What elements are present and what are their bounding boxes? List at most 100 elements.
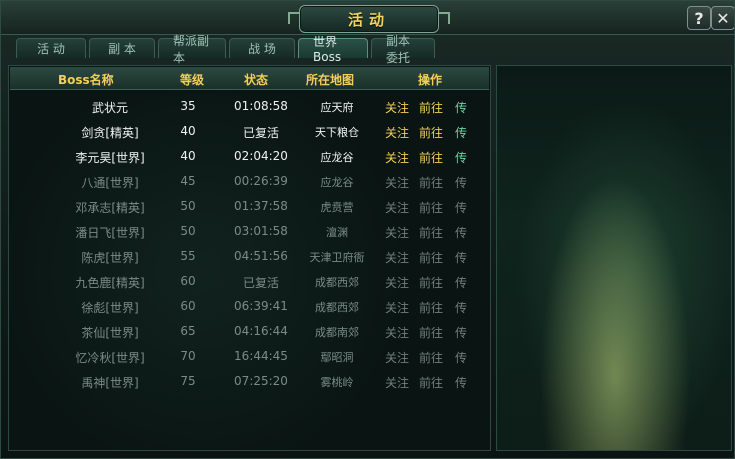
boss-map: 应天府: [320, 101, 354, 114]
go-button[interactable]: 前往: [417, 324, 445, 341]
go-button[interactable]: 前往: [417, 249, 445, 266]
boss-level: 35: [180, 99, 196, 113]
boss-name: 剑贪[精英]: [81, 126, 139, 140]
boss-name: 禹神[世界]: [81, 376, 139, 390]
boss-level: 50: [180, 199, 196, 213]
tab-world-boss[interactable]: 世界Boss: [298, 35, 368, 64]
go-button[interactable]: 前往: [417, 349, 445, 366]
boss-name: 邓承志[精英]: [75, 201, 145, 215]
boss-status: 07:25:20: [234, 374, 288, 388]
teleport-button[interactable]: 传: [454, 249, 468, 266]
go-button[interactable]: 前往: [417, 174, 445, 191]
boss-name: 陈虎[世界]: [81, 251, 139, 265]
go-button[interactable]: 前往: [417, 274, 445, 291]
boss-level: 40: [180, 124, 196, 138]
follow-button[interactable]: 关注: [383, 174, 411, 191]
boss-level: 75: [180, 374, 196, 388]
go-button[interactable]: 前往: [417, 374, 445, 391]
tab-label: 帮派副本: [173, 33, 210, 65]
boss-status: 00:26:39: [234, 174, 288, 188]
table-row: 徐彪[世界] 60 06:39:41 成都西郊 关注 前往 传: [10, 294, 489, 319]
activity-window: 活动 ? ✕ 活 动 副 本 帮派副本 战 场 世界Boss 副本委托 Boss…: [0, 0, 735, 459]
boss-status: 02:04:20: [234, 149, 288, 163]
boss-status: 01:08:58: [234, 99, 288, 113]
follow-button[interactable]: 关注: [383, 374, 411, 391]
boss-table-body: 武状元 35 01:08:58 应天府 关注 前往 传 剑贪[精英] 40 已复…: [10, 94, 489, 449]
follow-button[interactable]: 关注: [383, 149, 411, 166]
tab-label: 战 场: [248, 42, 276, 56]
follow-button[interactable]: 关注: [383, 199, 411, 216]
tab-activity[interactable]: 活 动: [16, 38, 86, 58]
teleport-button[interactable]: 传: [454, 224, 468, 241]
close-icon: ✕: [716, 8, 730, 28]
teleport-button[interactable]: 传: [454, 374, 468, 391]
boss-status: 03:01:58: [234, 224, 288, 238]
tab-guild-dungeon[interactable]: 帮派副本: [158, 34, 226, 65]
tab-battlefield[interactable]: 战 场: [229, 38, 295, 58]
teleport-button[interactable]: 传: [454, 299, 468, 316]
boss-status: 已复活: [242, 126, 279, 140]
tab-label: 副 本: [108, 42, 136, 56]
boss-level: 60: [180, 299, 196, 313]
boss-name: 潘日飞[世界]: [75, 226, 145, 240]
follow-button[interactable]: 关注: [383, 349, 411, 366]
tab-label: 副本委托: [386, 33, 411, 65]
boss-status: 01:37:58: [234, 199, 288, 213]
go-button[interactable]: 前往: [417, 299, 445, 316]
tab-dungeon-commission[interactable]: 副本委托: [371, 34, 435, 65]
teleport-button[interactable]: 传: [454, 199, 468, 216]
boss-status: 16:44:45: [234, 349, 288, 363]
teleport-button[interactable]: 传: [454, 149, 468, 166]
help-button[interactable]: ?: [687, 6, 711, 30]
header-actions: 操作: [418, 73, 443, 87]
follow-button[interactable]: 关注: [383, 99, 411, 116]
follow-button[interactable]: 关注: [383, 124, 411, 141]
boss-map: 天下粮仓: [315, 126, 359, 139]
header-level: 等级: [180, 73, 205, 87]
follow-button[interactable]: 关注: [383, 249, 411, 266]
table-row: 八通[世界] 45 00:26:39 应龙谷 关注 前往 传: [10, 169, 489, 194]
follow-button[interactable]: 关注: [383, 224, 411, 241]
table-row: 邓承志[精英] 50 01:37:58 虎贲营 关注 前往 传: [10, 194, 489, 219]
boss-status: 已复活: [242, 276, 279, 290]
window-title: 活动: [347, 10, 390, 29]
go-button[interactable]: 前往: [417, 224, 445, 241]
teleport-button[interactable]: 传: [454, 174, 468, 191]
boss-level: 70: [180, 349, 196, 363]
teleport-button[interactable]: 传: [454, 274, 468, 291]
boss-name: 徐彪[世界]: [81, 301, 139, 315]
teleport-button[interactable]: 传: [454, 99, 468, 116]
follow-button[interactable]: 关注: [383, 274, 411, 291]
boss-level: 40: [180, 149, 196, 163]
boss-level: 65: [180, 324, 196, 338]
follow-button[interactable]: 关注: [383, 324, 411, 341]
tab-dungeon[interactable]: 副 本: [89, 38, 155, 58]
go-button[interactable]: 前往: [417, 199, 445, 216]
table-row: 忆冷秋[世界] 70 16:44:45 鄢昭洞 关注 前往 传: [10, 344, 489, 369]
boss-map: 应龙谷: [320, 176, 354, 189]
table-row: 武状元 35 01:08:58 应天府 关注 前往 传: [10, 94, 489, 119]
boss-name: 李元昊[世界]: [75, 151, 145, 165]
go-button[interactable]: 前往: [417, 149, 445, 166]
title-plate: 活动: [288, 5, 450, 33]
close-button[interactable]: ✕: [711, 6, 734, 30]
boss-artwork-image: [497, 66, 731, 450]
follow-button[interactable]: 关注: [383, 299, 411, 316]
go-button[interactable]: 前往: [417, 124, 445, 141]
boss-name: 八通[世界]: [81, 176, 139, 190]
title-bar: 活动 ? ✕: [1, 1, 734, 35]
tab-label: 世界Boss: [313, 35, 342, 64]
teleport-button[interactable]: 传: [454, 324, 468, 341]
table-row: 剑贪[精英] 40 已复活 天下粮仓 关注 前往 传: [10, 119, 489, 144]
boss-name: 茶仙[世界]: [81, 326, 139, 340]
teleport-button[interactable]: 传: [454, 349, 468, 366]
boss-map: 雾桃岭: [320, 376, 354, 389]
boss-list-panel: Boss名称 等级 状态 所在地图 操作 武状元 35 01:08:58 应天府…: [8, 65, 491, 451]
boss-art-panel: [496, 65, 732, 451]
boss-map: 成都西郊: [315, 301, 359, 314]
teleport-button[interactable]: 传: [454, 124, 468, 141]
go-button[interactable]: 前往: [417, 99, 445, 116]
header-status: 状态: [244, 73, 269, 87]
boss-level: 50: [180, 224, 196, 238]
table-row: 潘日飞[世界] 50 03:01:58 澶渊 关注 前往 传: [10, 219, 489, 244]
